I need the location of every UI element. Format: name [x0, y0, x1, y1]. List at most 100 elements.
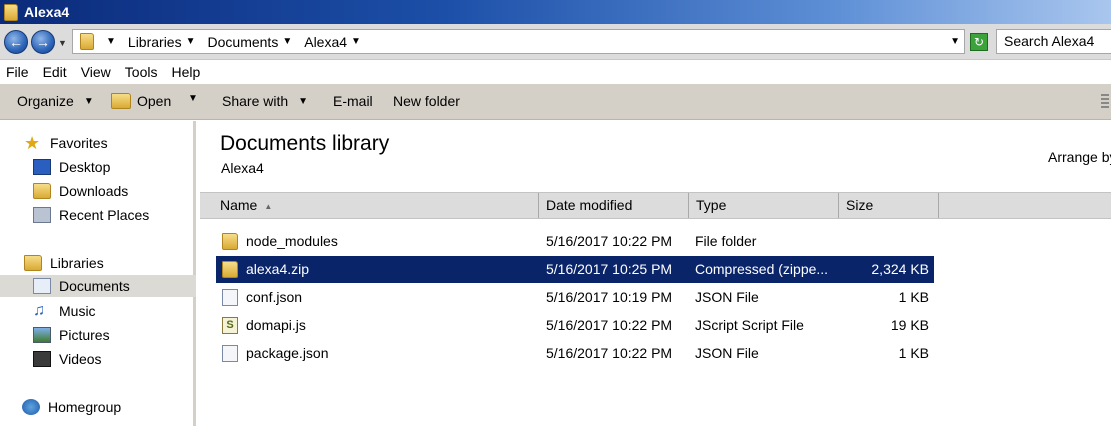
sidebar-item-videos[interactable]: Videos [0, 348, 196, 370]
column-header: Name ▲ Date modified Type Size [200, 192, 1111, 219]
chevron-down-icon: ▼ [83, 95, 94, 107]
file-name: alexa4.zip [246, 261, 310, 277]
menu-help[interactable]: Help [171, 64, 200, 80]
file-icon [222, 289, 238, 306]
menu-view[interactable]: View [81, 64, 111, 80]
sidebar-item-downloads[interactable]: Downloads [0, 180, 196, 202]
file-type: Compressed (zippe... [695, 261, 829, 277]
column-date-modified[interactable]: Date modified [539, 193, 689, 218]
chevron-down-icon[interactable]: ▼ [282, 36, 292, 47]
table-row[interactable]: S domapi.js 5/16/2017 10:22 PM JScript S… [216, 312, 934, 339]
recent-pages-dropdown[interactable]: ▼ [58, 38, 67, 48]
file-size: 1 KB [898, 289, 929, 305]
sidebar-item-music[interactable]: ♫ Music [0, 300, 196, 322]
open-folder-icon [111, 93, 131, 109]
homegroup-icon [22, 399, 40, 415]
table-row[interactable]: package.json 5/16/2017 10:22 PM JSON Fil… [216, 340, 934, 367]
file-size: 19 KB [890, 317, 929, 333]
file-name: conf.json [246, 289, 303, 305]
recent-places-icon [33, 207, 51, 223]
file-type: File folder [695, 233, 757, 249]
file-date: 5/16/2017 10:25 PM [546, 261, 673, 277]
open-dropdown[interactable]: ▼ [188, 93, 198, 104]
music-icon: ♫ [33, 302, 45, 319]
chevron-down-icon: ▼ [188, 93, 198, 104]
breadcrumb-alexa4[interactable]: Alexa4 ▼ [304, 34, 367, 50]
window-title: Alexa4 [24, 4, 70, 20]
file-name: node_modules [246, 233, 338, 249]
address-bar-row: ← → ▼ ▼ Libraries ▼ Documents ▼ Alexa4 ▼ ▼ … [0, 24, 1111, 60]
column-size[interactable]: Size [839, 193, 939, 218]
file-type: JScript Script File [695, 317, 804, 333]
file-view: Documents library Alexa4 Arrange by Name… [199, 121, 1111, 426]
sidebar-item-recent-places[interactable]: Recent Places [0, 204, 196, 226]
table-row-selected[interactable]: alexa4.zip 5/16/2017 10:25 PM Compressed… [216, 256, 934, 283]
file-date: 5/16/2017 10:22 PM [546, 233, 673, 249]
breadcrumb-separator[interactable]: ▼ [102, 36, 122, 47]
file-type: JSON File [695, 345, 759, 361]
desktop-icon [33, 159, 51, 175]
zip-folder-icon [222, 261, 238, 278]
libraries-icon [24, 255, 42, 271]
refresh-button[interactable]: ↻ [970, 33, 988, 51]
column-type[interactable]: Type [689, 193, 839, 218]
address-history-dropdown[interactable]: ▼ [950, 36, 960, 47]
pictures-icon [33, 327, 51, 343]
breadcrumb-documents[interactable]: Documents ▼ [208, 34, 299, 50]
documents-icon [33, 278, 51, 294]
table-row[interactable]: node_modules 5/16/2017 10:22 PM File fol… [216, 228, 934, 255]
refresh-icon: ↻ [973, 35, 985, 49]
command-bar: Organize ▼ Open ▼ Share with ▼ E-mail New … [0, 84, 1111, 120]
sort-ascending-icon: ▲ [264, 201, 273, 211]
menu-edit[interactable]: Edit [43, 64, 67, 80]
new-folder-button[interactable]: New folder [393, 93, 460, 109]
menu-tools[interactable]: Tools [125, 64, 158, 80]
arrange-by-button[interactable]: Arrange by [1048, 149, 1111, 165]
sidebar-item-homegroup[interactable]: Homegroup [0, 396, 196, 418]
script-icon: S [222, 317, 238, 334]
chevron-down-icon: ▼ [298, 95, 309, 107]
file-size: 1 KB [898, 345, 929, 361]
sidebar-item-pictures[interactable]: Pictures [0, 324, 196, 346]
videos-icon [33, 351, 51, 367]
chevron-down-icon[interactable]: ▼ [351, 36, 361, 47]
organize-button[interactable]: Organize ▼ [17, 93, 94, 109]
back-arrow-icon: ← [9, 34, 23, 50]
address-box[interactable]: ▼ Libraries ▼ Documents ▼ Alexa4 ▼ ▼ [72, 29, 965, 54]
toolbar-grip[interactable] [1101, 94, 1109, 110]
folder-icon [80, 33, 94, 50]
file-type: JSON File [695, 289, 759, 305]
file-size [836, 228, 929, 255]
search-input[interactable]: Search Alexa4 [996, 29, 1111, 54]
sidebar-item-favorites[interactable]: ★ Favorites [0, 132, 196, 154]
sidebar-item-libraries[interactable]: Libraries [0, 252, 196, 274]
file-date: 5/16/2017 10:22 PM [546, 317, 673, 333]
share-with-button[interactable]: Share with ▼ [222, 93, 308, 109]
back-button[interactable]: ← [4, 30, 28, 54]
email-button[interactable]: E-mail [333, 93, 373, 109]
sidebar-item-desktop[interactable]: Desktop [0, 156, 196, 178]
library-subtitle: Alexa4 [221, 160, 264, 176]
sidebar-item-documents[interactable]: Documents [0, 275, 196, 297]
menu-bar: File Edit View Tools Help [0, 60, 1111, 84]
file-date: 5/16/2017 10:19 PM [546, 289, 673, 305]
menu-file[interactable]: File [6, 64, 29, 80]
star-icon: ★ [24, 133, 41, 153]
breadcrumb-libraries[interactable]: Libraries ▼ [128, 34, 202, 50]
chevron-down-icon: ▼ [106, 36, 116, 47]
title-bar[interactable]: Alexa4 [0, 0, 1111, 24]
forward-button[interactable]: → [31, 30, 55, 54]
file-icon [222, 345, 238, 362]
downloads-folder-icon [33, 183, 51, 199]
open-button[interactable]: Open [111, 93, 171, 109]
file-size: 2,324 KB [871, 261, 929, 277]
library-title: Documents library [220, 132, 390, 155]
chevron-down-icon[interactable]: ▼ [186, 36, 196, 47]
table-row[interactable]: conf.json 5/16/2017 10:19 PM JSON File 1… [216, 284, 934, 311]
column-name[interactable]: Name ▲ [200, 193, 539, 218]
folder-icon [222, 233, 238, 250]
forward-arrow-icon: → [36, 34, 50, 50]
navigation-pane: ★ Favorites Desktop Downloads Recent Pla… [0, 121, 196, 426]
file-date: 5/16/2017 10:22 PM [546, 345, 673, 361]
file-name: package.json [246, 345, 329, 361]
